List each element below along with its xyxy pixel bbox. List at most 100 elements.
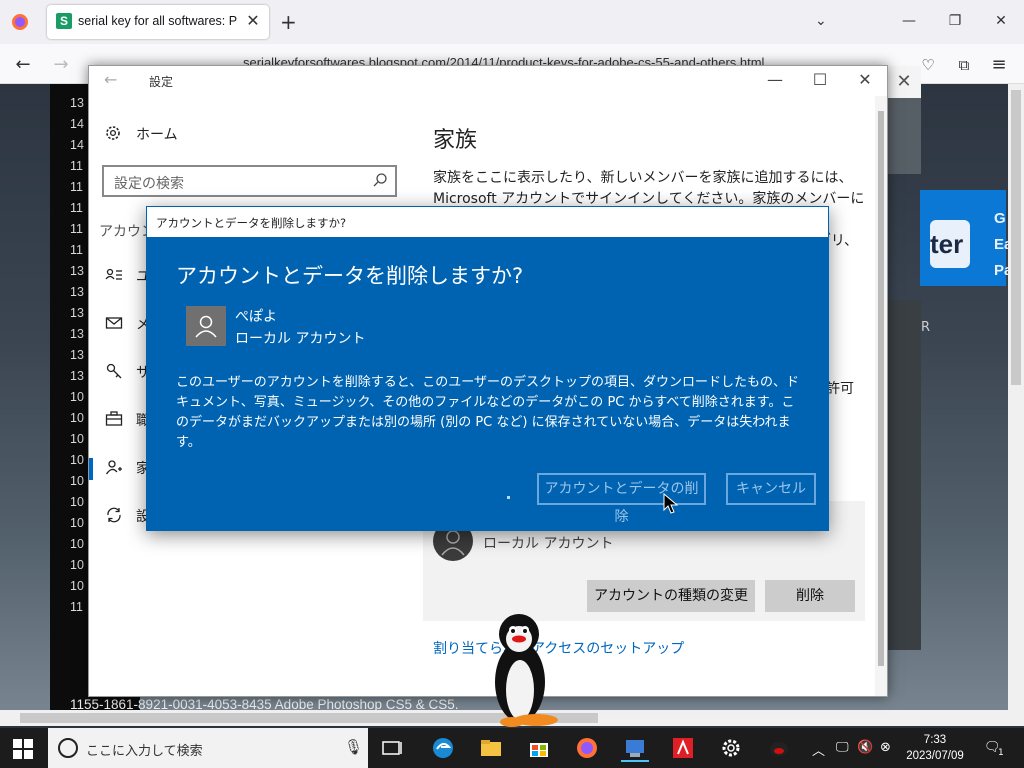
taskbar-search-placeholder: ここに入力して検索 <box>86 744 203 759</box>
home-label: ホーム <box>136 127 178 143</box>
delete-button[interactable]: 削除 <box>765 580 855 612</box>
forward-arrow-icon[interactable]: → <box>50 54 72 76</box>
serial-number-prefix: 11 <box>70 600 83 614</box>
close-icon[interactable]: ✕ <box>855 70 875 89</box>
serial-number-prefix: 11 <box>70 243 83 257</box>
dialog-title: アカウントとデータを削除しますか? <box>156 216 347 230</box>
serial-number-prefix: 13 <box>70 327 84 341</box>
task-view-icon[interactable] <box>378 734 406 762</box>
person-icon <box>195 315 217 338</box>
active-indicator <box>89 458 93 480</box>
serial-number-prefix: 10 <box>70 579 84 593</box>
tab-close-icon[interactable]: ✕ <box>243 11 263 31</box>
notification-count: 1 <box>998 748 1004 758</box>
chevron-up-icon[interactable]: ︿ <box>812 740 825 759</box>
store-icon[interactable] <box>525 734 553 762</box>
control-panel-icon[interactable] <box>621 734 649 762</box>
cancel-button[interactable]: キャンセル <box>726 473 816 505</box>
serial-number-prefix: 11 <box>70 201 83 215</box>
nav-home[interactable]: ホーム <box>104 124 404 144</box>
sync-icon <box>107 507 121 523</box>
user-account-type: ローカル アカウント <box>235 331 366 347</box>
user-name: ぺぽよ <box>235 309 277 325</box>
close-window-icon[interactable]: ✕ <box>990 10 1012 32</box>
nav-item-family[interactable]: 家 <box>89 450 150 486</box>
nav-item-work[interactable]: 職 <box>89 402 150 438</box>
serial-number-prefix: 13 <box>70 96 84 110</box>
firefox-view-icon[interactable] <box>8 10 32 34</box>
nav-item-user-info[interactable]: ユ <box>89 258 150 294</box>
key-icon <box>106 363 122 379</box>
windows-start-icon[interactable] <box>12 738 34 760</box>
serial-number-prefix: 10 <box>70 411 84 425</box>
clock-date: 2023/07/09 <box>906 750 964 762</box>
extensions-icon[interactable]: ⧉ <box>953 54 975 76</box>
page-title: 家族 <box>433 128 478 153</box>
taskbar-search-box[interactable]: ここに入力して検索 🎙 <box>48 728 368 768</box>
serial-number-prefix: 10 <box>70 453 84 467</box>
back-arrow-icon[interactable]: ← <box>12 54 34 76</box>
site-favicon-icon: S <box>56 13 72 29</box>
loading-dot <box>507 496 510 499</box>
nav-item-email[interactable]: メ <box>89 306 150 342</box>
dialog-heading: アカウントとデータを削除しますか? <box>176 264 524 288</box>
maximize-icon[interactable]: ☐ <box>810 70 830 89</box>
page-side-letter: R <box>921 320 931 335</box>
serial-number-prefix: 13 <box>70 285 84 299</box>
window-title: 設定 <box>149 75 174 89</box>
dialog-user-info: ぺぽよ ローカル アカウント <box>235 306 365 350</box>
serial-number-prefix: 10 <box>70 474 84 488</box>
settings-search-input[interactable]: 設定の検索 <box>102 165 397 197</box>
list-all-tabs-icon[interactable]: ⌄ <box>815 13 827 29</box>
ad-button[interactable]: ter <box>930 220 970 268</box>
microphone-icon[interactable]: 🎙 <box>344 738 363 756</box>
delete-account-dialog: アカウントとデータを削除しますか? アカウントとデータを削除しますか? ぺぽよ … <box>146 206 829 531</box>
taskbar: ここに入力して検索 🎙 ︿ 🖵 🔇 ⊗ 7:33 2023/07/09 🗨 1 <box>0 728 1024 768</box>
adobe-icon[interactable] <box>669 734 697 762</box>
new-tab-icon[interactable]: + <box>280 12 297 32</box>
browser-tab[interactable]: S serial key for all softwares: Proc ✕ <box>47 5 269 39</box>
search-placeholder: 設定の検索 <box>114 176 184 192</box>
restore-icon[interactable]: ❐ <box>944 10 966 32</box>
gear-icon <box>106 126 120 140</box>
member-account-type: ローカル アカウント <box>483 536 614 552</box>
serial-number-prefix: 10 <box>70 558 84 572</box>
serial-number-prefix: 10 <box>70 495 84 509</box>
settings-icon[interactable] <box>717 734 745 762</box>
user-info-icon <box>105 268 122 280</box>
briefcase-icon <box>105 411 123 426</box>
settings-scroll-thumb[interactable] <box>878 111 884 666</box>
nav-item-sync[interactable]: 設 <box>89 498 150 534</box>
serial-number-prefix: 13 <box>70 369 84 383</box>
serial-number-prefix: 11 <box>70 222 83 236</box>
volume-muted-icon[interactable]: 🔇 <box>857 740 873 755</box>
back-arrow-icon[interactable]: ← <box>104 70 117 89</box>
serial-number-prefix: 13 <box>70 348 84 362</box>
tab-title: serial key for all softwares: Proc <box>78 14 238 28</box>
file-explorer-icon[interactable] <box>477 734 505 762</box>
delete-account-and-data-button[interactable]: アカウントとデータの削除 <box>537 473 706 525</box>
page-scroll-thumb[interactable] <box>1011 90 1021 385</box>
app-menu-icon[interactable]: ≡ <box>988 54 1010 76</box>
serial-number-prefix: 10 <box>70 537 84 551</box>
page-sidebar-block <box>887 300 921 650</box>
minimize-icon[interactable]: — <box>898 10 920 32</box>
dialog-titlebar: アカウントとデータを削除しますか? <box>147 207 828 237</box>
serial-number-prefix: 13 <box>70 306 84 320</box>
pingu-app-icon[interactable] <box>765 734 793 762</box>
nav-item-signin[interactable]: サ <box>89 354 150 390</box>
cancel-circle-icon[interactable]: ⊗ <box>880 740 891 755</box>
serial-number-prefix: 14 <box>70 138 84 152</box>
family-icon <box>105 460 122 475</box>
edge-icon[interactable] <box>429 734 457 762</box>
minimize-icon[interactable]: — <box>765 70 785 89</box>
ad-close-icon[interactable]: ✕ <box>887 66 921 98</box>
serial-number-prefix: 10 <box>70 516 84 530</box>
serial-number-prefix: 10 <box>70 432 84 446</box>
mouse-cursor-icon <box>663 493 679 514</box>
network-icon[interactable]: 🖵 <box>836 740 849 755</box>
clock-time: 7:33 <box>923 734 947 746</box>
change-account-type-button[interactable]: アカウントの種類の変更 <box>587 580 755 612</box>
system-clock[interactable]: 7:33 2023/07/09 <box>900 732 970 764</box>
firefox-icon[interactable] <box>573 734 601 762</box>
